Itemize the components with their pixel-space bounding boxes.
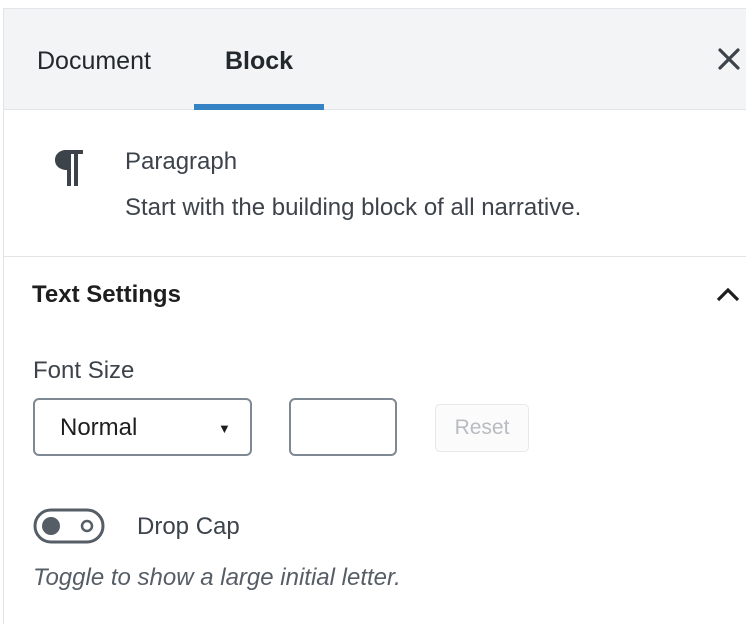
sidebar-tab-bar: Document Block [4,9,746,110]
font-size-select[interactable]: Normal ▼ [33,398,252,456]
drop-cap-toggle[interactable] [33,508,105,544]
caret-down-icon: ▼ [218,421,231,436]
custom-font-size-input[interactable] [289,398,397,456]
block-title: Paragraph [125,148,238,175]
reset-button[interactable]: Reset [435,404,529,452]
block-card: Paragraph Start with the building block … [4,110,746,257]
tab-block[interactable]: Block [194,9,324,110]
paragraph-icon [55,150,83,186]
drop-cap-help-text: Toggle to show a large initial letter. [33,564,401,591]
block-settings-sidebar: Document Block Paragraph Start with the … [3,8,746,624]
font-size-label: Font Size [33,357,135,384]
close-icon[interactable] [716,46,742,72]
drop-cap-label[interactable]: Drop Cap [137,513,240,541]
font-size-selected-value: Normal [60,414,138,441]
chevron-up-icon[interactable] [714,285,742,303]
tab-document[interactable]: Document [37,9,151,110]
text-settings-title[interactable]: Text Settings [32,281,181,309]
block-description: Start with the building block of all nar… [125,194,582,221]
